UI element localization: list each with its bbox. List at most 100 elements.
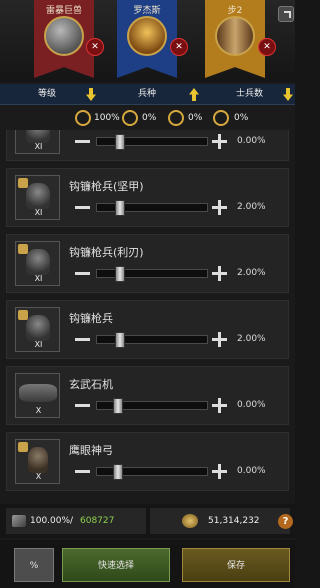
percent-slider[interactable] bbox=[96, 398, 208, 414]
bonus-value: 0% bbox=[142, 113, 157, 123]
unit-portrait[interactable]: XI bbox=[15, 241, 60, 286]
percent-slider[interactable] bbox=[96, 332, 208, 348]
tab-count[interactable]: 士兵数 bbox=[236, 84, 263, 105]
crossed-weapons-icon bbox=[168, 110, 184, 126]
bonus-value: 0% bbox=[234, 113, 249, 123]
commander-name: 雷暴巨兽 bbox=[45, 6, 82, 16]
percent-slider[interactable] bbox=[96, 134, 208, 150]
unit-portrait[interactable]: XI bbox=[15, 307, 60, 352]
unit-row: XI 0.00% bbox=[6, 130, 289, 161]
decrease-button[interactable] bbox=[75, 404, 90, 407]
unit-percent: 2.00% bbox=[237, 268, 266, 278]
slider-handle[interactable] bbox=[115, 332, 125, 348]
siege-engine-icon bbox=[19, 384, 57, 402]
level-badge-icon bbox=[18, 442, 28, 452]
slider-handle[interactable] bbox=[115, 134, 125, 150]
action-bar: % 快速选择 保存 bbox=[0, 540, 295, 588]
unit-percent: 2.00% bbox=[237, 202, 266, 212]
remove-commander-button[interactable]: ✕ bbox=[86, 38, 104, 56]
resource-icon bbox=[182, 514, 198, 528]
unit-percent: 0.00% bbox=[237, 400, 266, 410]
remove-commander-button[interactable]: ✕ bbox=[170, 38, 188, 56]
commander-name: 罗杰斯 bbox=[133, 6, 161, 16]
sort-up-arrow-icon[interactable] bbox=[189, 88, 199, 101]
sort-down-arrow-icon[interactable] bbox=[86, 88, 96, 101]
unit-tier: XI bbox=[34, 340, 43, 349]
resource-summary: 51,314,232 ? bbox=[150, 508, 293, 534]
spearman-icon bbox=[26, 183, 50, 209]
unit-row: X 玄武石机 0.00% bbox=[6, 366, 289, 425]
percent-slider[interactable] bbox=[96, 200, 208, 216]
troop-selection-screen: 雷暴巨兽 ✕ 罗杰斯 ✕ 步2 ✕ 等级 兵种 士兵数 100% 0% 0% 0… bbox=[0, 0, 295, 588]
tab-level[interactable]: 等级 bbox=[38, 84, 56, 105]
unit-row: XI 钩镰枪兵(利刃) 2.00% bbox=[6, 234, 289, 293]
bow-icon bbox=[213, 110, 229, 126]
unit-name: 玄武石机 bbox=[69, 378, 113, 391]
increase-button[interactable] bbox=[212, 134, 227, 149]
troop-ratio: 100.00%/ bbox=[30, 516, 74, 526]
unit-tier: X bbox=[35, 472, 42, 481]
unit-name: 钩镰枪兵(利刃) bbox=[69, 246, 144, 259]
commander-portrait bbox=[44, 16, 84, 56]
unit-percent: 2.00% bbox=[237, 334, 266, 344]
unit-row: X 鹰眼神弓 0.00% bbox=[6, 432, 289, 491]
bonus-value: 0% bbox=[188, 113, 203, 123]
increase-button[interactable] bbox=[212, 398, 227, 413]
unit-list: XI 0.00% XI 钩镰枪兵(坚甲) 2.00% XI 钩镰枪兵(利刃) 2… bbox=[0, 130, 295, 503]
percent-slider[interactable] bbox=[96, 266, 208, 282]
commander-banner-3[interactable]: 步2 bbox=[205, 0, 265, 78]
expand-icon[interactable] bbox=[278, 6, 294, 22]
spearman-icon bbox=[26, 315, 50, 341]
unit-name: 钩镰枪兵(坚甲) bbox=[69, 180, 144, 193]
horse-icon bbox=[122, 110, 138, 126]
unit-name: 鹰眼神弓 bbox=[69, 444, 113, 457]
save-button[interactable]: 保存 bbox=[182, 548, 290, 582]
unit-percent: 0.00% bbox=[237, 466, 266, 476]
unit-portrait[interactable]: X bbox=[15, 439, 60, 484]
decrease-button[interactable] bbox=[75, 272, 90, 275]
slider-handle[interactable] bbox=[113, 464, 123, 480]
shield-icon bbox=[75, 110, 91, 126]
percent-slider[interactable] bbox=[96, 464, 208, 480]
increase-button[interactable] bbox=[212, 266, 227, 281]
slider-handle[interactable] bbox=[115, 266, 125, 282]
decrease-button[interactable] bbox=[75, 338, 90, 341]
increase-button[interactable] bbox=[212, 200, 227, 215]
level-badge-icon bbox=[18, 310, 28, 320]
commander-portrait bbox=[127, 16, 167, 56]
unit-portrait[interactable]: X bbox=[15, 373, 60, 418]
slider-handle[interactable] bbox=[115, 200, 125, 216]
increase-button[interactable] bbox=[212, 464, 227, 479]
unit-row: XI 钩镰枪兵 2.00% bbox=[6, 300, 289, 359]
sort-down-arrow-icon[interactable] bbox=[283, 88, 293, 101]
quick-select-button[interactable]: 快速选择 bbox=[62, 548, 170, 582]
decrease-button[interactable] bbox=[75, 206, 90, 209]
remove-commander-button[interactable]: ✕ bbox=[258, 38, 276, 56]
unit-tier: XI bbox=[34, 208, 43, 217]
status-bar: 100.00%/ 608727 51,314,232 ? bbox=[0, 504, 295, 538]
commander-banner-1[interactable]: 雷暴巨兽 bbox=[34, 0, 94, 78]
spearman-icon bbox=[26, 249, 50, 275]
bonus-bar: 100% 0% 0% 0% bbox=[0, 106, 295, 130]
sort-tabs: 等级 兵种 士兵数 bbox=[0, 84, 295, 105]
percent-button[interactable]: % bbox=[14, 548, 54, 582]
decrease-button[interactable] bbox=[75, 140, 90, 143]
unit-portrait[interactable]: XI bbox=[15, 130, 60, 154]
unit-percent: 0.00% bbox=[237, 136, 266, 146]
troop-count: 608727 bbox=[80, 516, 115, 526]
tab-type[interactable]: 兵种 bbox=[138, 84, 156, 105]
commander-portrait bbox=[215, 16, 255, 56]
slider-handle[interactable] bbox=[113, 398, 123, 414]
unit-tier: XI bbox=[34, 274, 43, 283]
decrease-button[interactable] bbox=[75, 470, 90, 473]
unit-portrait[interactable]: XI bbox=[15, 175, 60, 220]
troop-summary: 100.00%/ 608727 bbox=[6, 508, 146, 534]
help-button[interactable]: ? bbox=[278, 514, 293, 529]
level-badge-icon bbox=[18, 244, 28, 254]
unit-name: 钩镰枪兵 bbox=[69, 312, 113, 325]
bonus-value: 100% bbox=[94, 113, 120, 123]
archer-icon bbox=[28, 447, 48, 473]
commander-banners: 雷暴巨兽 ✕ 罗杰斯 ✕ 步2 ✕ bbox=[0, 0, 295, 82]
increase-button[interactable] bbox=[212, 332, 227, 347]
commander-banner-2[interactable]: 罗杰斯 bbox=[117, 0, 177, 78]
